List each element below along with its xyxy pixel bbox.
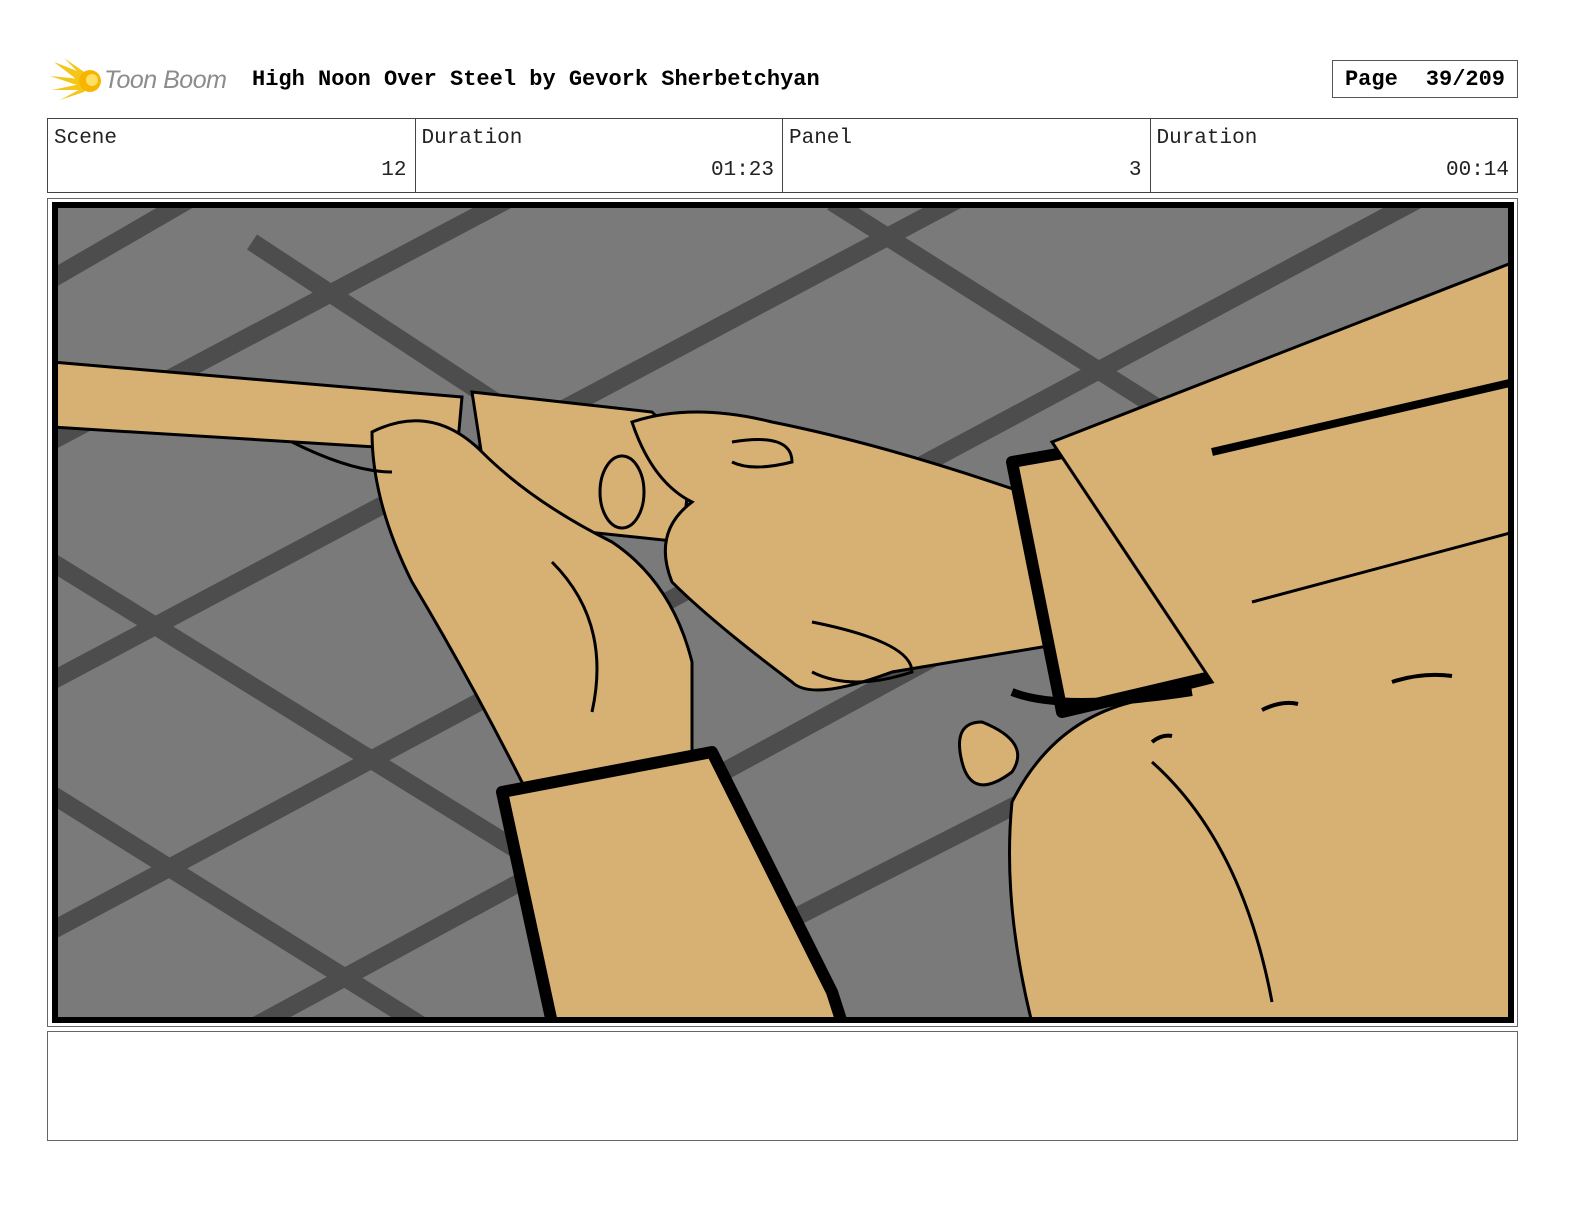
panel-value: 3 [1128,159,1142,182]
scene-cell: Scene 12 [48,119,416,192]
panel-duration-value: 00:14 [1445,159,1509,182]
scene-duration-cell: Duration 01:23 [416,119,783,192]
panel-notes-box [47,1031,1518,1141]
toon-boom-logo: Toon Boom [50,56,240,104]
logo-text: Toon Boom [104,66,227,94]
page-indicator: Page 39/209 [1332,60,1518,98]
scene-duration-label: Duration [421,127,523,150]
page-label: Page [1344,66,1398,92]
panel-duration-cell: Duration 00:14 [1151,119,1518,192]
storyboard-header: Toon Boom High Noon Over Steel by Gevork… [48,56,1518,104]
scene-duration-value: 01:23 [710,159,774,182]
page-number: 39/209 [1425,66,1506,92]
scene-info-table: Scene 12 Duration 01:23 Panel 3 Duration… [47,118,1518,193]
storyboard-title: High Noon Over Steel by Gevork Sherbetch… [252,67,820,92]
panel-duration-label: Duration [1156,127,1258,150]
panel-cell: Panel 3 [783,119,1151,192]
starburst-icon [50,58,101,100]
scene-label: Scene [54,127,118,150]
storyboard-panel-drawing [52,202,1514,1023]
panel-label: Panel [789,127,853,150]
scene-value: 12 [381,159,407,182]
